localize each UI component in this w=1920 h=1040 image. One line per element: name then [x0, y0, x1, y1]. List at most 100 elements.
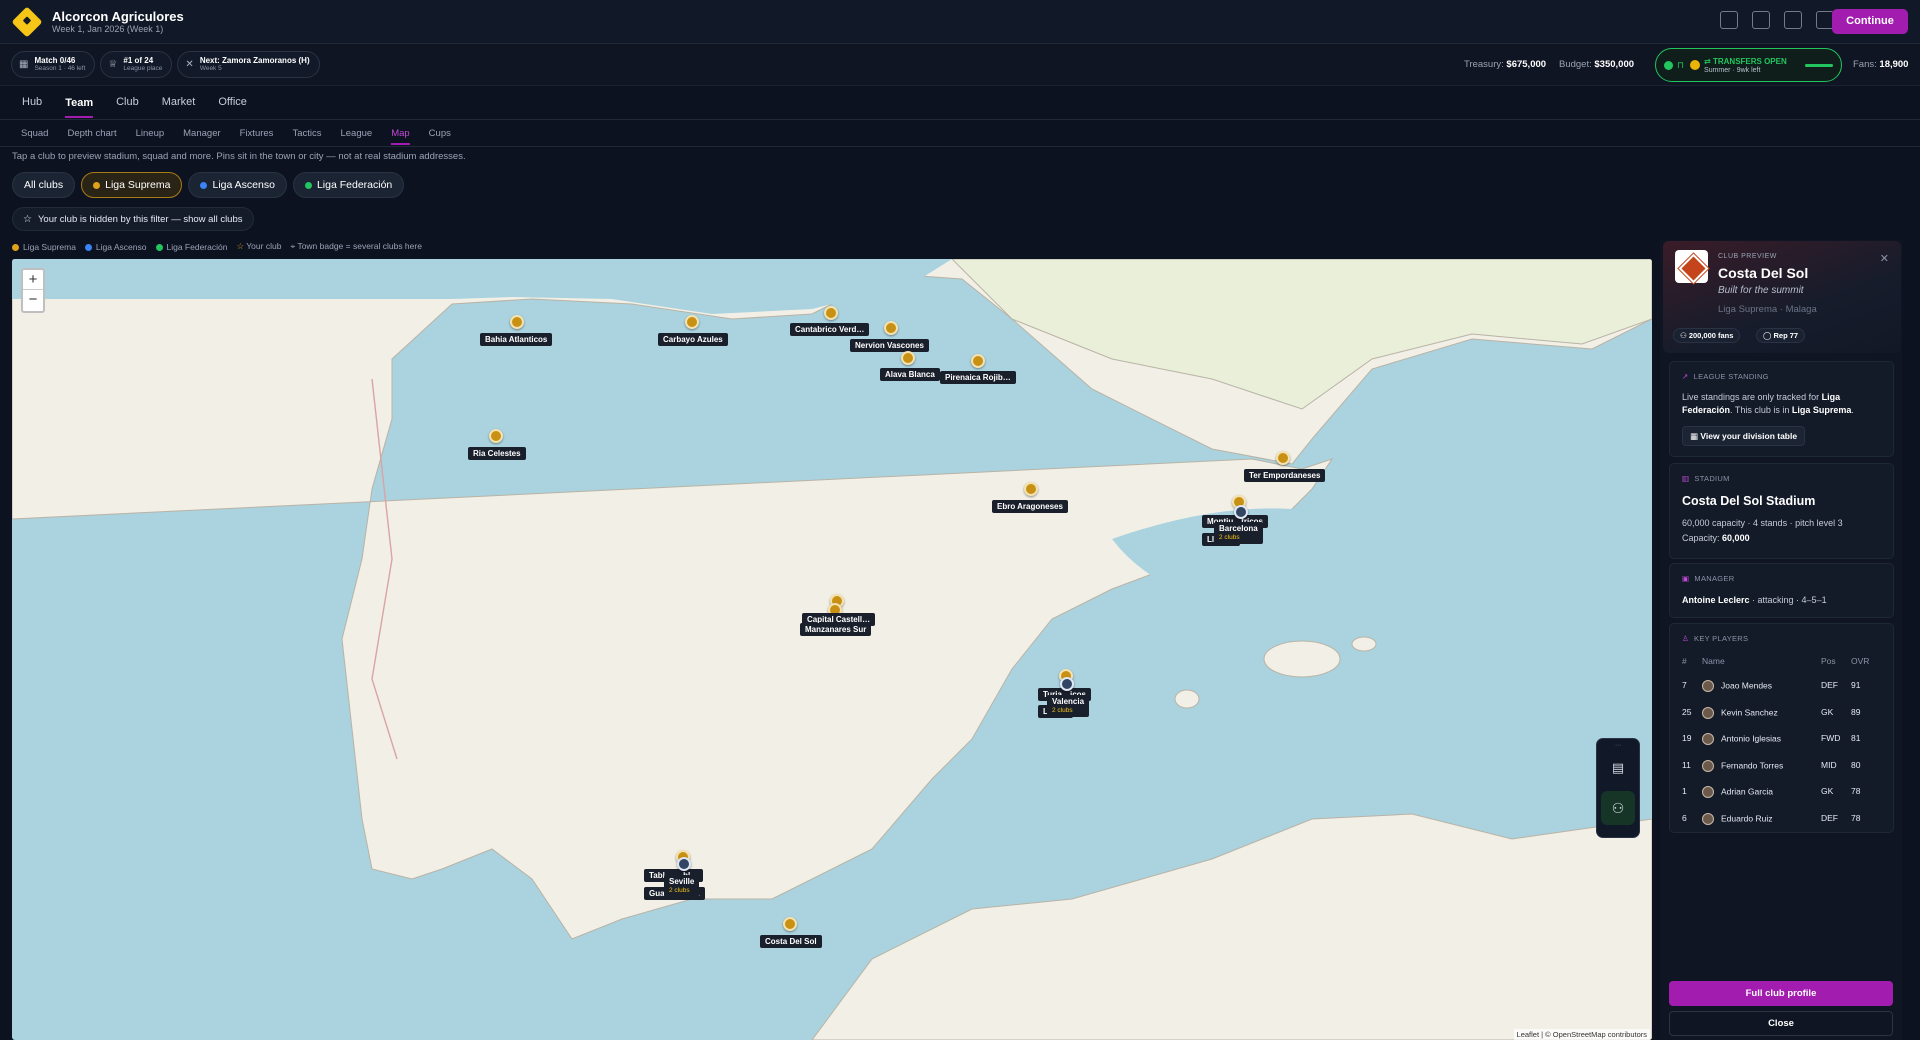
- subtab-depth-chart[interactable]: Depth chart: [67, 128, 116, 139]
- tab-office[interactable]: Office: [218, 96, 247, 110]
- subtab-manager[interactable]: Manager: [183, 128, 221, 139]
- legend-label: Liga Suprema: [23, 241, 76, 252]
- continue-button[interactable]: Continue: [1832, 9, 1908, 34]
- filter-label: Liga Federación: [316, 179, 393, 191]
- filter-liga-ascenso[interactable]: Liga Ascenso: [188, 172, 287, 198]
- table-row[interactable]: 6 Eduardo Ruiz DEF 78: [1670, 810, 1895, 830]
- transfers-status[interactable]: ⊓ ⇄ TRANSFERS OPEN Summer · 9wk left: [1655, 48, 1842, 82]
- club-label[interactable]: Ebro Aragoneses: [992, 500, 1068, 513]
- club-label[interactable]: Bahia Atlanticos: [480, 333, 553, 346]
- clipboard-icon[interactable]: [1720, 11, 1738, 29]
- player-ovr: 78: [1851, 786, 1861, 796]
- full-club-profile-button[interactable]: Full club profile: [1669, 981, 1893, 1006]
- tab-team[interactable]: Team: [65, 97, 94, 118]
- island-ibiza: [1174, 689, 1200, 709]
- match-pill[interactable]: ▦ Match 0/46 Season 1 · 46 left: [11, 51, 96, 78]
- club-label[interactable]: Ter Empordaneses: [1244, 469, 1326, 482]
- club-pin[interactable]: [971, 354, 985, 368]
- table-row[interactable]: 19 Antonio Iglesias FWD 81: [1670, 730, 1895, 750]
- club-label[interactable]: Alava Blanca: [880, 368, 940, 381]
- club-label[interactable]: Nervion Vascones: [850, 339, 929, 352]
- town-badge-pin[interactable]: [677, 857, 691, 871]
- table-row[interactable]: 25 Kevin Sanchez GK 89: [1670, 704, 1895, 724]
- filter-liga-suprema[interactable]: Liga Suprema: [81, 172, 183, 198]
- tab-club[interactable]: Club: [116, 96, 139, 110]
- subtab-lineup[interactable]: Lineup: [136, 128, 165, 139]
- club-label[interactable]: Ria Celestes: [468, 447, 526, 460]
- land-mass-france: [951, 259, 1652, 410]
- player-avatar: [1702, 786, 1714, 798]
- rocket-icon[interactable]: [1784, 11, 1802, 29]
- club-pin-selected[interactable]: [783, 917, 797, 931]
- club-pin[interactable]: [1276, 451, 1290, 465]
- table-row[interactable]: 11 Fernando Torres MID 80: [1670, 757, 1895, 777]
- show-all-clubs-link[interactable]: ☆ Your club is hidden by this filter — sh…: [12, 207, 254, 231]
- filter-liga-federacion[interactable]: Liga Federación: [292, 172, 405, 198]
- table-row[interactable]: 7 Joao Mendes DEF 91: [1670, 677, 1895, 697]
- subtab-map[interactable]: Map: [391, 128, 410, 145]
- map-attribution[interactable]: Leaflet | © OpenStreetMap contributors: [1513, 1029, 1650, 1040]
- club-pin[interactable]: [901, 351, 915, 365]
- place-pill[interactable]: ♕ #1 of 24 League place: [100, 51, 173, 78]
- club-pin[interactable]: [884, 321, 898, 335]
- game-date: Week 1, Jan 2026 (Week 1): [52, 24, 164, 34]
- tab-market[interactable]: Market: [162, 96, 196, 110]
- filter-all-clubs[interactable]: All clubs: [12, 172, 76, 198]
- player-name-text: Antonio Iglesias: [1721, 733, 1782, 744]
- close-button[interactable]: Close: [1669, 1011, 1893, 1036]
- town-name: Barcelona: [1219, 524, 1258, 533]
- table-row[interactable]: 1 Adrian Garcia GK 78: [1670, 783, 1895, 803]
- club-pin[interactable]: [489, 429, 503, 443]
- trophy-icon: ♕: [108, 59, 118, 70]
- close-icon[interactable]: ✕: [1880, 252, 1889, 265]
- subtab-cups[interactable]: Cups: [429, 128, 451, 139]
- club-label[interactable]: Pirenaica Rojib…: [940, 371, 1016, 384]
- legend-suprema: Liga Suprema: [12, 242, 76, 252]
- town-badge-label[interactable]: Seville 2 clubs: [664, 875, 700, 897]
- suprema-dot-icon: [93, 181, 101, 189]
- club-label[interactable]: Cantabrico Verd…: [790, 323, 870, 336]
- town-badge-pin[interactable]: [1060, 677, 1074, 691]
- next-pill[interactable]: ✕ Next: Zamora Zamoranos (H) Week 5: [177, 51, 320, 78]
- ascenso-dot-icon: [84, 243, 92, 251]
- club-label[interactable]: Manzanares Sur: [800, 623, 872, 636]
- transfers-label: TRANSFERS OPEN: [1712, 56, 1787, 66]
- clipboard-icon[interactable]: ▤: [1605, 755, 1631, 781]
- club-map[interactable]: + − Bahia Atlanticos Carbayo Azules Canta…: [12, 259, 1652, 1040]
- player-ovr: 81: [1851, 733, 1861, 743]
- club-pin[interactable]: [685, 315, 699, 329]
- island-mallorca: [1263, 640, 1341, 678]
- club-label[interactable]: Carbayo Azules: [658, 333, 728, 346]
- subtab-league[interactable]: League: [340, 128, 372, 139]
- fans-value: 18,900: [1879, 59, 1909, 70]
- swap-icon: ⇄: [1704, 56, 1713, 66]
- preview-header: CLUB PREVIEW Costa Del Sol Built for the…: [1663, 241, 1901, 353]
- people-icon[interactable]: ⚇: [1601, 791, 1635, 825]
- town-badge-label[interactable]: Barcelona 2 clubs: [1214, 522, 1263, 544]
- zoom-in-button[interactable]: +: [23, 270, 43, 290]
- floating-tools: ⋯ ▤ ⚇: [1596, 738, 1640, 838]
- club-pin[interactable]: [510, 315, 524, 329]
- player-name-text: Fernando Torres: [1721, 759, 1784, 770]
- col-num: #: [1682, 656, 1687, 666]
- zoom-out-button[interactable]: −: [29, 291, 38, 308]
- standing-text-2: . This club is in: [1730, 405, 1792, 415]
- subtab-tactics[interactable]: Tactics: [292, 128, 321, 139]
- legend-label: Liga Federación: [166, 241, 228, 252]
- club-pin[interactable]: [1024, 482, 1038, 496]
- drag-handle-icon[interactable]: ⋯: [1597, 742, 1639, 749]
- player-name-text: Eduardo Ruiz: [1721, 812, 1773, 823]
- tab-hub[interactable]: Hub: [22, 96, 42, 110]
- view-division-table-button[interactable]: ▦ View your division table: [1682, 426, 1806, 446]
- season-left: Season 1 · 46 left: [34, 65, 86, 72]
- subtab-fixtures[interactable]: Fixtures: [240, 128, 274, 139]
- club-label[interactable]: Costa Del Sol: [760, 935, 822, 948]
- save-icon[interactable]: [1752, 11, 1770, 29]
- col-pos: Pos: [1821, 656, 1836, 666]
- town-badge-pin[interactable]: [1234, 505, 1248, 519]
- club-pin[interactable]: [824, 306, 838, 320]
- treasury: Treasury: $675,000: [1464, 59, 1546, 70]
- subtab-squad[interactable]: Squad: [21, 128, 48, 139]
- fans: Fans: 18,900: [1853, 59, 1908, 70]
- town-badge-label[interactable]: Valencia 2 clubs: [1047, 695, 1090, 717]
